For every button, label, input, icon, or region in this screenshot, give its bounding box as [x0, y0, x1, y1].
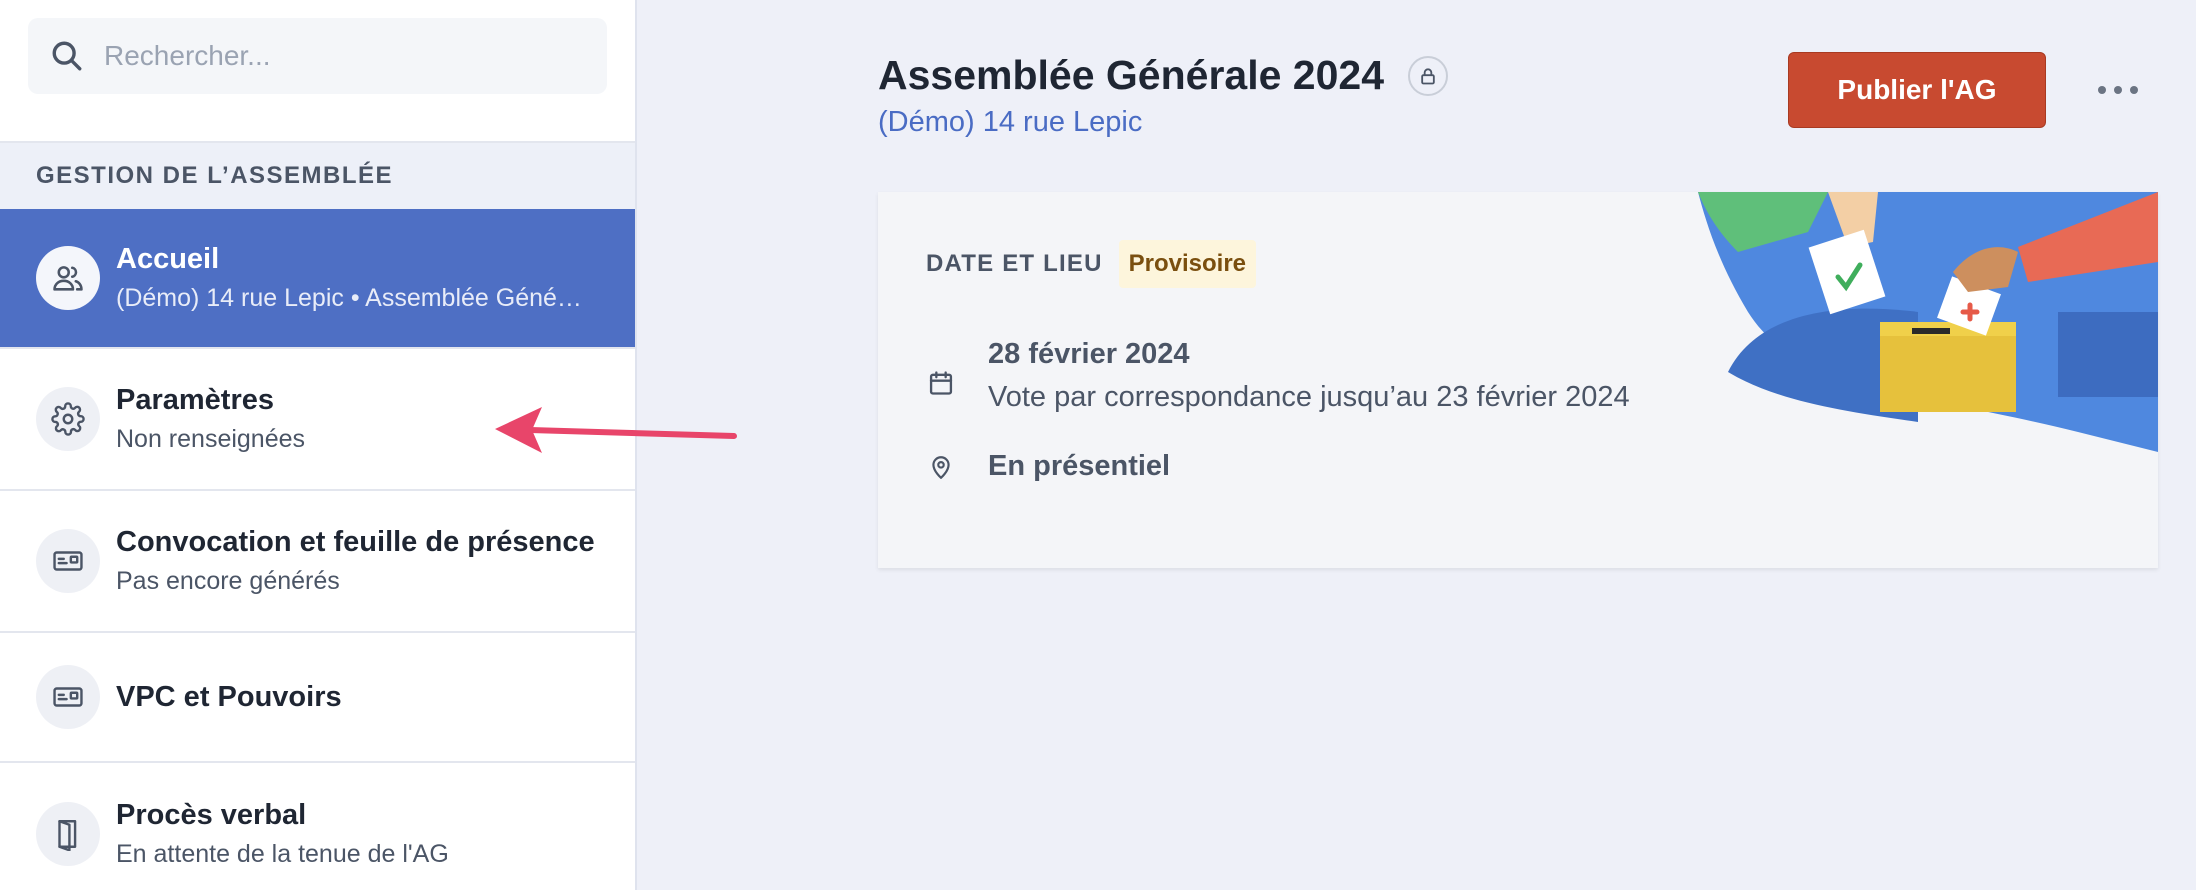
gear-icon — [36, 387, 100, 451]
card-header-label: DATE ET LIEU — [926, 250, 1103, 277]
sidebar-item-subtitle: En attente de la tenue de l'AG — [116, 840, 449, 868]
id-card-icon — [36, 529, 100, 593]
lock-icon[interactable] — [1408, 55, 1448, 96]
page-subtitle[interactable]: (Démo) 14 rue Lepic — [878, 106, 1142, 139]
location-row: En présentiel — [926, 450, 1170, 483]
vote-deadline: Vote par correspondance jusqu’au 23 févr… — [988, 381, 1630, 413]
section-header: GESTION DE L’ASSEMBLÉE — [0, 143, 635, 209]
sidebar-item-accueil[interactable]: Accueil (Démo) 14 rue Lepic • Assemblée … — [0, 209, 635, 349]
search-input[interactable] — [104, 40, 544, 72]
sidebar-item-subtitle: Non renseignées — [116, 425, 306, 453]
status-badge: Provisoire — [1118, 240, 1257, 288]
sidebar-item-convocation[interactable]: Convocation et feuille de présence Pas e… — [0, 491, 635, 633]
more-options-icon[interactable] — [2098, 74, 2138, 106]
search-box[interactable] — [28, 18, 607, 94]
annotation-arrow — [495, 407, 737, 453]
title-row: Assemblée Générale 2024 — [878, 52, 1448, 99]
sidebar-item-title: Convocation et feuille de présence — [116, 526, 595, 558]
id-card-icon — [36, 665, 100, 729]
calendar-icon — [926, 338, 956, 414]
sidebar-item-proces-verbal[interactable]: Procès verbal En attente de la tenue de … — [0, 763, 635, 890]
page-title: Assemblée Générale 2024 — [878, 52, 1384, 98]
sidebar-item-title: Paramètres — [116, 384, 274, 416]
publish-button[interactable]: Publier l'AG — [1788, 52, 2046, 128]
sidebar-item-subtitle: Pas encore générés — [116, 567, 340, 595]
date-row: 28 février 2024 Vote par correspondance … — [926, 338, 1630, 414]
search-area — [0, 0, 635, 143]
date-location-card: DATE ET LIEU Provisoire 28 février 2024 … — [878, 192, 2158, 568]
sidebar-item-title: Procès verbal — [116, 799, 307, 831]
users-icon — [36, 246, 100, 310]
sidebar-item-title: VPC et Pouvoirs — [116, 680, 342, 713]
door-icon — [36, 802, 100, 866]
map-pin-icon — [926, 451, 956, 483]
sidebar-item-title: Accueil — [116, 243, 220, 275]
meeting-location: En présentiel — [988, 450, 1171, 482]
sidebar-item-vpc-pouvoirs[interactable]: VPC et Pouvoirs — [0, 633, 635, 763]
search-icon — [52, 41, 82, 71]
sidebar-item-subtitle: (Démo) 14 rue Lepic • Assemblée Générale… — [116, 284, 586, 312]
card-header: DATE ET LIEU Provisoire — [926, 240, 1257, 288]
meeting-date: 28 février 2024 — [988, 338, 1190, 370]
ballot-box-illustration — [1698, 192, 2158, 452]
